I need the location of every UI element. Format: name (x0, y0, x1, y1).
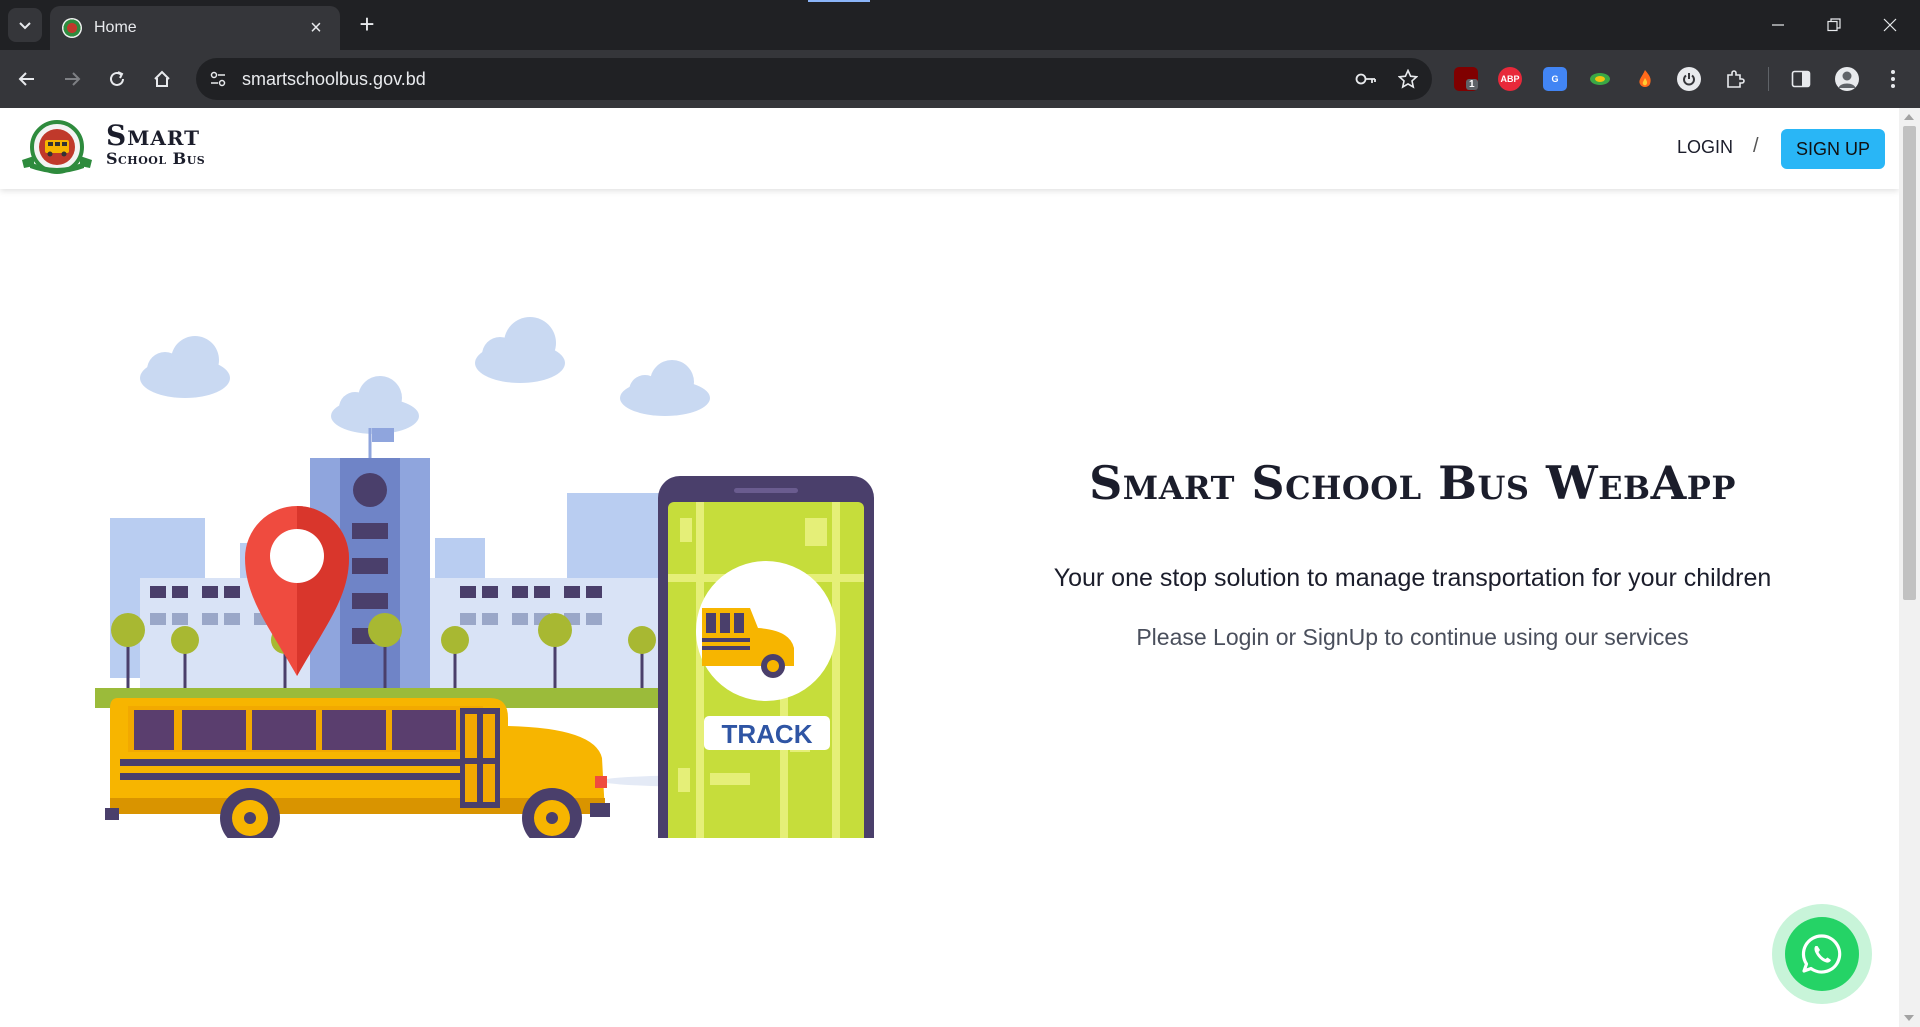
brand-line1: Smart (106, 119, 201, 152)
scroll-up-arrow[interactable] (1904, 114, 1914, 120)
avatar-icon (1838, 71, 1856, 88)
arrow-left-icon (18, 72, 34, 86)
minimize-icon (1772, 24, 1784, 26)
address-bar[interactable]: smartschoolbus.gov.bd (196, 58, 1432, 100)
back-button[interactable] (9, 61, 45, 97)
globe-icon (1590, 73, 1610, 85)
scroll-down-arrow[interactable] (1904, 1015, 1914, 1021)
site-info-button[interactable] (200, 61, 236, 97)
puzzle-icon (1727, 70, 1745, 88)
hero-subtitle: Your one stop solution to manage transpo… (1053, 564, 1772, 592)
restore-icon (1827, 18, 1841, 32)
page-scrollbar[interactable] (1899, 108, 1920, 1027)
track-label: TRACK (722, 719, 813, 749)
more-vert-icon (1891, 70, 1895, 88)
brand-wordmark[interactable]: Smart School Bus (106, 122, 205, 167)
nav-separator: / (1753, 135, 1759, 157)
phone-illustration: TRACK (658, 476, 874, 898)
signup-button[interactable]: SIGN UP (1781, 129, 1885, 169)
close-icon[interactable]: × (304, 17, 328, 40)
home-button[interactable] (144, 61, 180, 97)
password-key-button[interactable] (1348, 61, 1384, 97)
cloud-icon (140, 317, 710, 434)
browser-menu-button[interactable] (1881, 67, 1905, 91)
brand-line2: School Bus (106, 149, 206, 168)
tabstrip-accent (808, 0, 870, 2)
site-favicon-icon (62, 18, 82, 38)
power-icon (1683, 73, 1695, 86)
browser-tabstrip: Home × + (0, 0, 1920, 50)
whatsapp-chat-button[interactable] (1772, 904, 1872, 1004)
browser-toolbar: smartschoolbus.gov.bd 1 ABP G (0, 50, 1920, 108)
adblock-plus-extension-icon[interactable]: ABP (1498, 67, 1522, 91)
close-window-button[interactable] (1862, 0, 1918, 50)
hero-illustration: TRACK (90, 278, 890, 898)
forward-button[interactable] (54, 61, 90, 97)
close-window-icon (1883, 18, 1897, 32)
side-panel-button[interactable] (1789, 67, 1813, 91)
extensions-menu-button[interactable] (1723, 67, 1747, 91)
power-extension-icon[interactable] (1677, 67, 1701, 91)
flame-icon (1639, 70, 1651, 87)
tab-title: Home (94, 19, 137, 36)
minimize-button[interactable] (1750, 0, 1806, 50)
reload-button[interactable] (99, 61, 135, 97)
bookmark-button[interactable] (1390, 61, 1426, 97)
side-panel-icon (1791, 70, 1811, 88)
tab-home[interactable]: Home × (50, 6, 340, 50)
whatsapp-icon (1801, 934, 1842, 974)
new-tab-button[interactable]: + (352, 10, 382, 40)
scrollbar-thumb[interactable] (1903, 126, 1916, 600)
school-bus-tracking-illustration: TRACK (95, 317, 874, 898)
star-icon (1398, 69, 1418, 89)
chevron-down-icon (19, 22, 31, 30)
site-navbar: Smart School Bus LOGIN / SIGN UP (0, 108, 1899, 189)
home-icon (154, 70, 170, 87)
ublock-extension-icon[interactable]: 1 (1454, 67, 1478, 91)
abp-label: ABP (1500, 74, 1520, 84)
tab-search-button[interactable] (8, 8, 42, 42)
tune-icon (210, 71, 226, 87)
extension-badge: 1 (1466, 79, 1478, 90)
whatsapp-badge (1785, 917, 1859, 991)
key-icon (1355, 73, 1376, 85)
profile-avatar[interactable] (1835, 67, 1859, 91)
login-link[interactable]: LOGIN (1677, 137, 1733, 158)
logo-emblem[interactable] (20, 120, 94, 176)
school-bus-illustration (105, 698, 610, 848)
reload-icon (110, 71, 124, 86)
toolbar-divider (1768, 67, 1769, 91)
hero-title: Smart School Bus WebApp (1089, 456, 1736, 510)
flame-extension-icon[interactable] (1633, 67, 1657, 91)
vpn-extension-icon[interactable] (1588, 67, 1612, 91)
translate-extension-icon[interactable]: G (1543, 67, 1567, 91)
school-bus-logo-icon (22, 120, 92, 174)
restore-button[interactable] (1806, 0, 1862, 50)
page-viewport: Smart School Bus LOGIN / SIGN UP TRACK S… (0, 108, 1899, 1027)
url-text[interactable]: smartschoolbus.gov.bd (242, 69, 1348, 90)
hero-note: Please Login or SignUp to continue using… (1136, 624, 1689, 650)
arrow-right-icon (65, 72, 81, 86)
